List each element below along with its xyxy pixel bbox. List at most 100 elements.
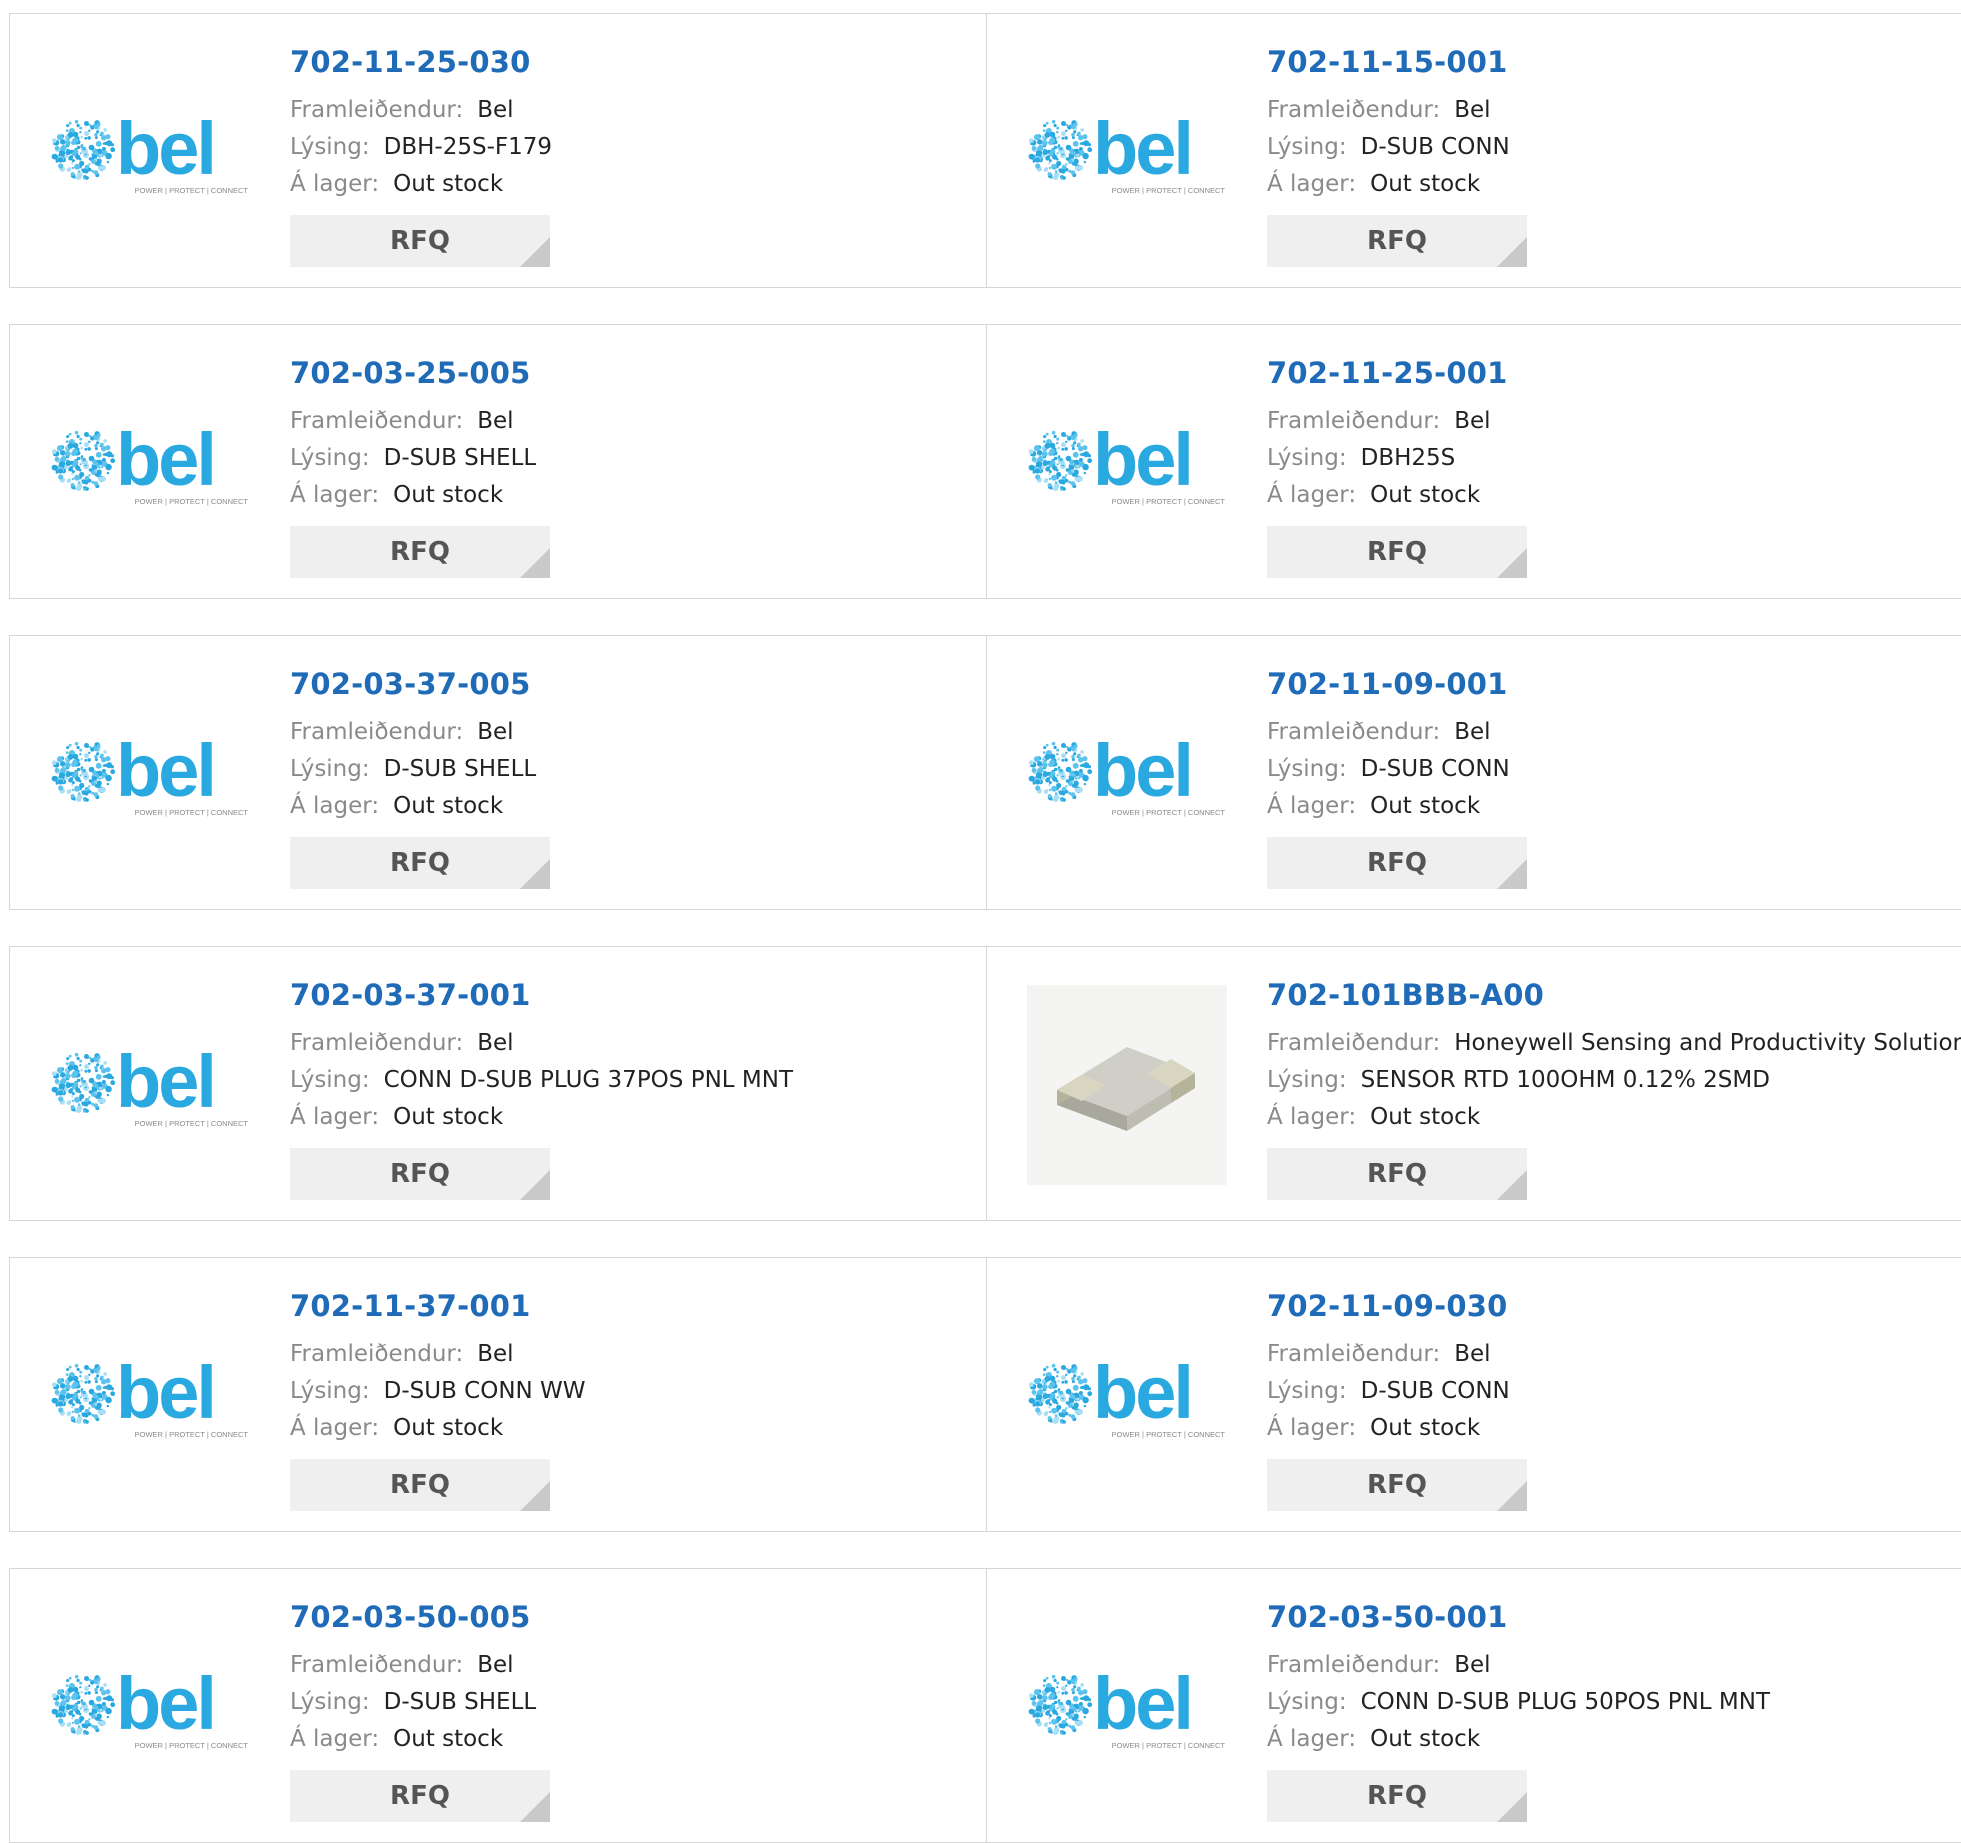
- stock-label: Á lager:: [290, 482, 380, 508]
- part-number-link[interactable]: 702-101BBB-A00: [1267, 978, 1544, 1012]
- corner-triangle-icon: [520, 548, 550, 578]
- product-image[interactable]: bel POWER | PROTECT | CONNECT: [1027, 1607, 1227, 1807]
- part-number-link[interactable]: 702-11-09-030: [1267, 1289, 1508, 1323]
- product-image[interactable]: bel POWER | PROTECT | CONNECT: [1027, 1296, 1227, 1496]
- stock-row: Á lager: Out stock: [290, 1102, 503, 1132]
- stock-row: Á lager: Out stock: [290, 1724, 503, 1754]
- globe-icon: [51, 1363, 116, 1424]
- rfq-button[interactable]: RFQ: [1267, 526, 1527, 578]
- stock-label: Á lager:: [1267, 482, 1357, 508]
- description-value: CONN D-SUB PLUG 50POS PNL MNT: [1360, 1689, 1770, 1715]
- part-number-link[interactable]: 702-03-37-005: [290, 667, 531, 701]
- stock-row: Á lager: Out stock: [1267, 480, 1480, 510]
- description-row: Lýsing: D-SUB CONN: [1267, 754, 1510, 784]
- globe-icon: [1028, 430, 1093, 491]
- stock-value: Out stock: [393, 171, 504, 197]
- product-card: bel POWER | PROTECT | CONNECT 702-11-25-0…: [986, 324, 1961, 599]
- stock-row: Á lager: Out stock: [1267, 1413, 1480, 1443]
- part-number-link[interactable]: 702-03-50-005: [290, 1600, 531, 1634]
- manufacturer-row: Framleiðendur: Bel: [1267, 1339, 1491, 1369]
- part-number-link[interactable]: 702-11-09-001: [1267, 667, 1508, 701]
- stock-value: Out stock: [393, 793, 504, 819]
- manufacturer-row: Framleiðendur: Bel: [290, 1650, 514, 1680]
- rfq-button[interactable]: RFQ: [290, 837, 550, 889]
- manufacturer-label: Framleiðendur:: [1267, 408, 1441, 434]
- rfq-button[interactable]: RFQ: [1267, 837, 1527, 889]
- stock-row: Á lager: Out stock: [1267, 169, 1480, 199]
- corner-triangle-icon: [1497, 859, 1527, 889]
- description-row: Lýsing: SENSOR RTD 100OHM 0.12% 2SMD: [1267, 1065, 1770, 1095]
- product-card: bel POWER | PROTECT | CONNECT 702-03-50-0…: [986, 1568, 1961, 1843]
- description-row: Lýsing: DBH25S: [1267, 443, 1455, 473]
- manufacturer-value: Bel: [1454, 1341, 1491, 1367]
- rfq-button[interactable]: RFQ: [290, 1459, 550, 1511]
- product-card: bel POWER | PROTECT | CONNECT 702-11-09-0…: [986, 635, 1961, 910]
- rfq-button[interactable]: RFQ: [290, 1770, 550, 1822]
- description-label: Lýsing:: [290, 756, 370, 782]
- part-number-link[interactable]: 702-11-25-001: [1267, 356, 1508, 390]
- manufacturer-label: Framleiðendur:: [1267, 1030, 1441, 1056]
- description-row: Lýsing: CONN D-SUB PLUG 37POS PNL MNT: [290, 1065, 793, 1095]
- product-card: bel POWER | PROTECT | CONNECT 702-11-37-0…: [9, 1257, 987, 1532]
- description-value: DBH-25S-F179: [383, 134, 553, 160]
- bel-logo: bel POWER | PROTECT | CONNECT: [1027, 1351, 1227, 1441]
- part-number-link[interactable]: 702-11-15-001: [1267, 45, 1508, 79]
- description-row: Lýsing: CONN D-SUB PLUG 50POS PNL MNT: [1267, 1687, 1770, 1717]
- product-image[interactable]: bel POWER | PROTECT | CONNECT: [50, 985, 250, 1185]
- rfq-button[interactable]: RFQ: [290, 526, 550, 578]
- rfq-button[interactable]: RFQ: [1267, 1148, 1527, 1200]
- rfq-label: RFQ: [390, 1470, 450, 1500]
- svg-text:POWER | PROTECT | CONNECT: POWER | PROTECT | CONNECT: [1112, 808, 1226, 817]
- stock-row: Á lager: Out stock: [1267, 1102, 1480, 1132]
- description-value: D-SUB CONN: [1360, 1378, 1510, 1404]
- description-label: Lýsing:: [1267, 134, 1347, 160]
- product-image[interactable]: bel POWER | PROTECT | CONNECT: [50, 363, 250, 563]
- stock-label: Á lager:: [290, 1415, 380, 1441]
- part-number-link[interactable]: 702-03-25-005: [290, 356, 531, 390]
- description-label: Lýsing:: [290, 1067, 370, 1093]
- product-image[interactable]: [1027, 985, 1227, 1185]
- corner-triangle-icon: [1497, 1792, 1527, 1822]
- product-image[interactable]: bel POWER | PROTECT | CONNECT: [1027, 363, 1227, 563]
- svg-text:bel: bel: [116, 729, 214, 812]
- description-row: Lýsing: D-SUB CONN: [1267, 1376, 1510, 1406]
- product-card: bel POWER | PROTECT | CONNECT 702-03-25-0…: [9, 324, 987, 599]
- description-label: Lýsing:: [1267, 1689, 1347, 1715]
- product-image[interactable]: bel POWER | PROTECT | CONNECT: [50, 1607, 250, 1807]
- svg-text:bel: bel: [116, 1040, 214, 1123]
- corner-triangle-icon: [520, 859, 550, 889]
- part-number-link[interactable]: 702-03-50-001: [1267, 1600, 1508, 1634]
- part-number-link[interactable]: 702-11-25-030: [290, 45, 531, 79]
- product-image[interactable]: bel POWER | PROTECT | CONNECT: [50, 674, 250, 874]
- manufacturer-value: Bel: [1454, 1652, 1491, 1678]
- description-row: Lýsing: D-SUB CONN WW: [290, 1376, 586, 1406]
- rfq-label: RFQ: [390, 226, 450, 256]
- part-number-link[interactable]: 702-03-37-001: [290, 978, 531, 1012]
- manufacturer-row: Framleiðendur: Bel: [290, 1339, 514, 1369]
- product-image[interactable]: bel POWER | PROTECT | CONNECT: [50, 1296, 250, 1496]
- bel-logo: bel POWER | PROTECT | CONNECT: [1027, 107, 1227, 197]
- product-image[interactable]: bel POWER | PROTECT | CONNECT: [1027, 674, 1227, 874]
- stock-row: Á lager: Out stock: [290, 791, 503, 821]
- rfq-button[interactable]: RFQ: [1267, 215, 1527, 267]
- manufacturer-row: Framleiðendur: Bel: [1267, 406, 1491, 436]
- description-value: D-SUB SHELL: [383, 756, 537, 782]
- part-number-link[interactable]: 702-11-37-001: [290, 1289, 531, 1323]
- description-value: CONN D-SUB PLUG 37POS PNL MNT: [383, 1067, 793, 1093]
- stock-label: Á lager:: [1267, 1415, 1357, 1441]
- globe-icon: [51, 430, 116, 491]
- product-image[interactable]: bel POWER | PROTECT | CONNECT: [50, 52, 250, 252]
- globe-icon: [1028, 741, 1093, 802]
- bel-logo: bel POWER | PROTECT | CONNECT: [50, 1662, 250, 1752]
- product-image[interactable]: bel POWER | PROTECT | CONNECT: [1027, 52, 1227, 252]
- svg-text:bel: bel: [1093, 729, 1191, 812]
- manufacturer-value: Bel: [477, 1652, 514, 1678]
- rfq-button[interactable]: RFQ: [1267, 1459, 1527, 1511]
- stock-label: Á lager:: [1267, 171, 1357, 197]
- rfq-button[interactable]: RFQ: [290, 215, 550, 267]
- rfq-button[interactable]: RFQ: [1267, 1770, 1527, 1822]
- bel-logo: bel POWER | PROTECT | CONNECT: [1027, 418, 1227, 508]
- manufacturer-row: Framleiðendur: Bel: [1267, 95, 1491, 125]
- svg-text:POWER | PROTECT | CONNECT: POWER | PROTECT | CONNECT: [1112, 1430, 1226, 1439]
- rfq-button[interactable]: RFQ: [290, 1148, 550, 1200]
